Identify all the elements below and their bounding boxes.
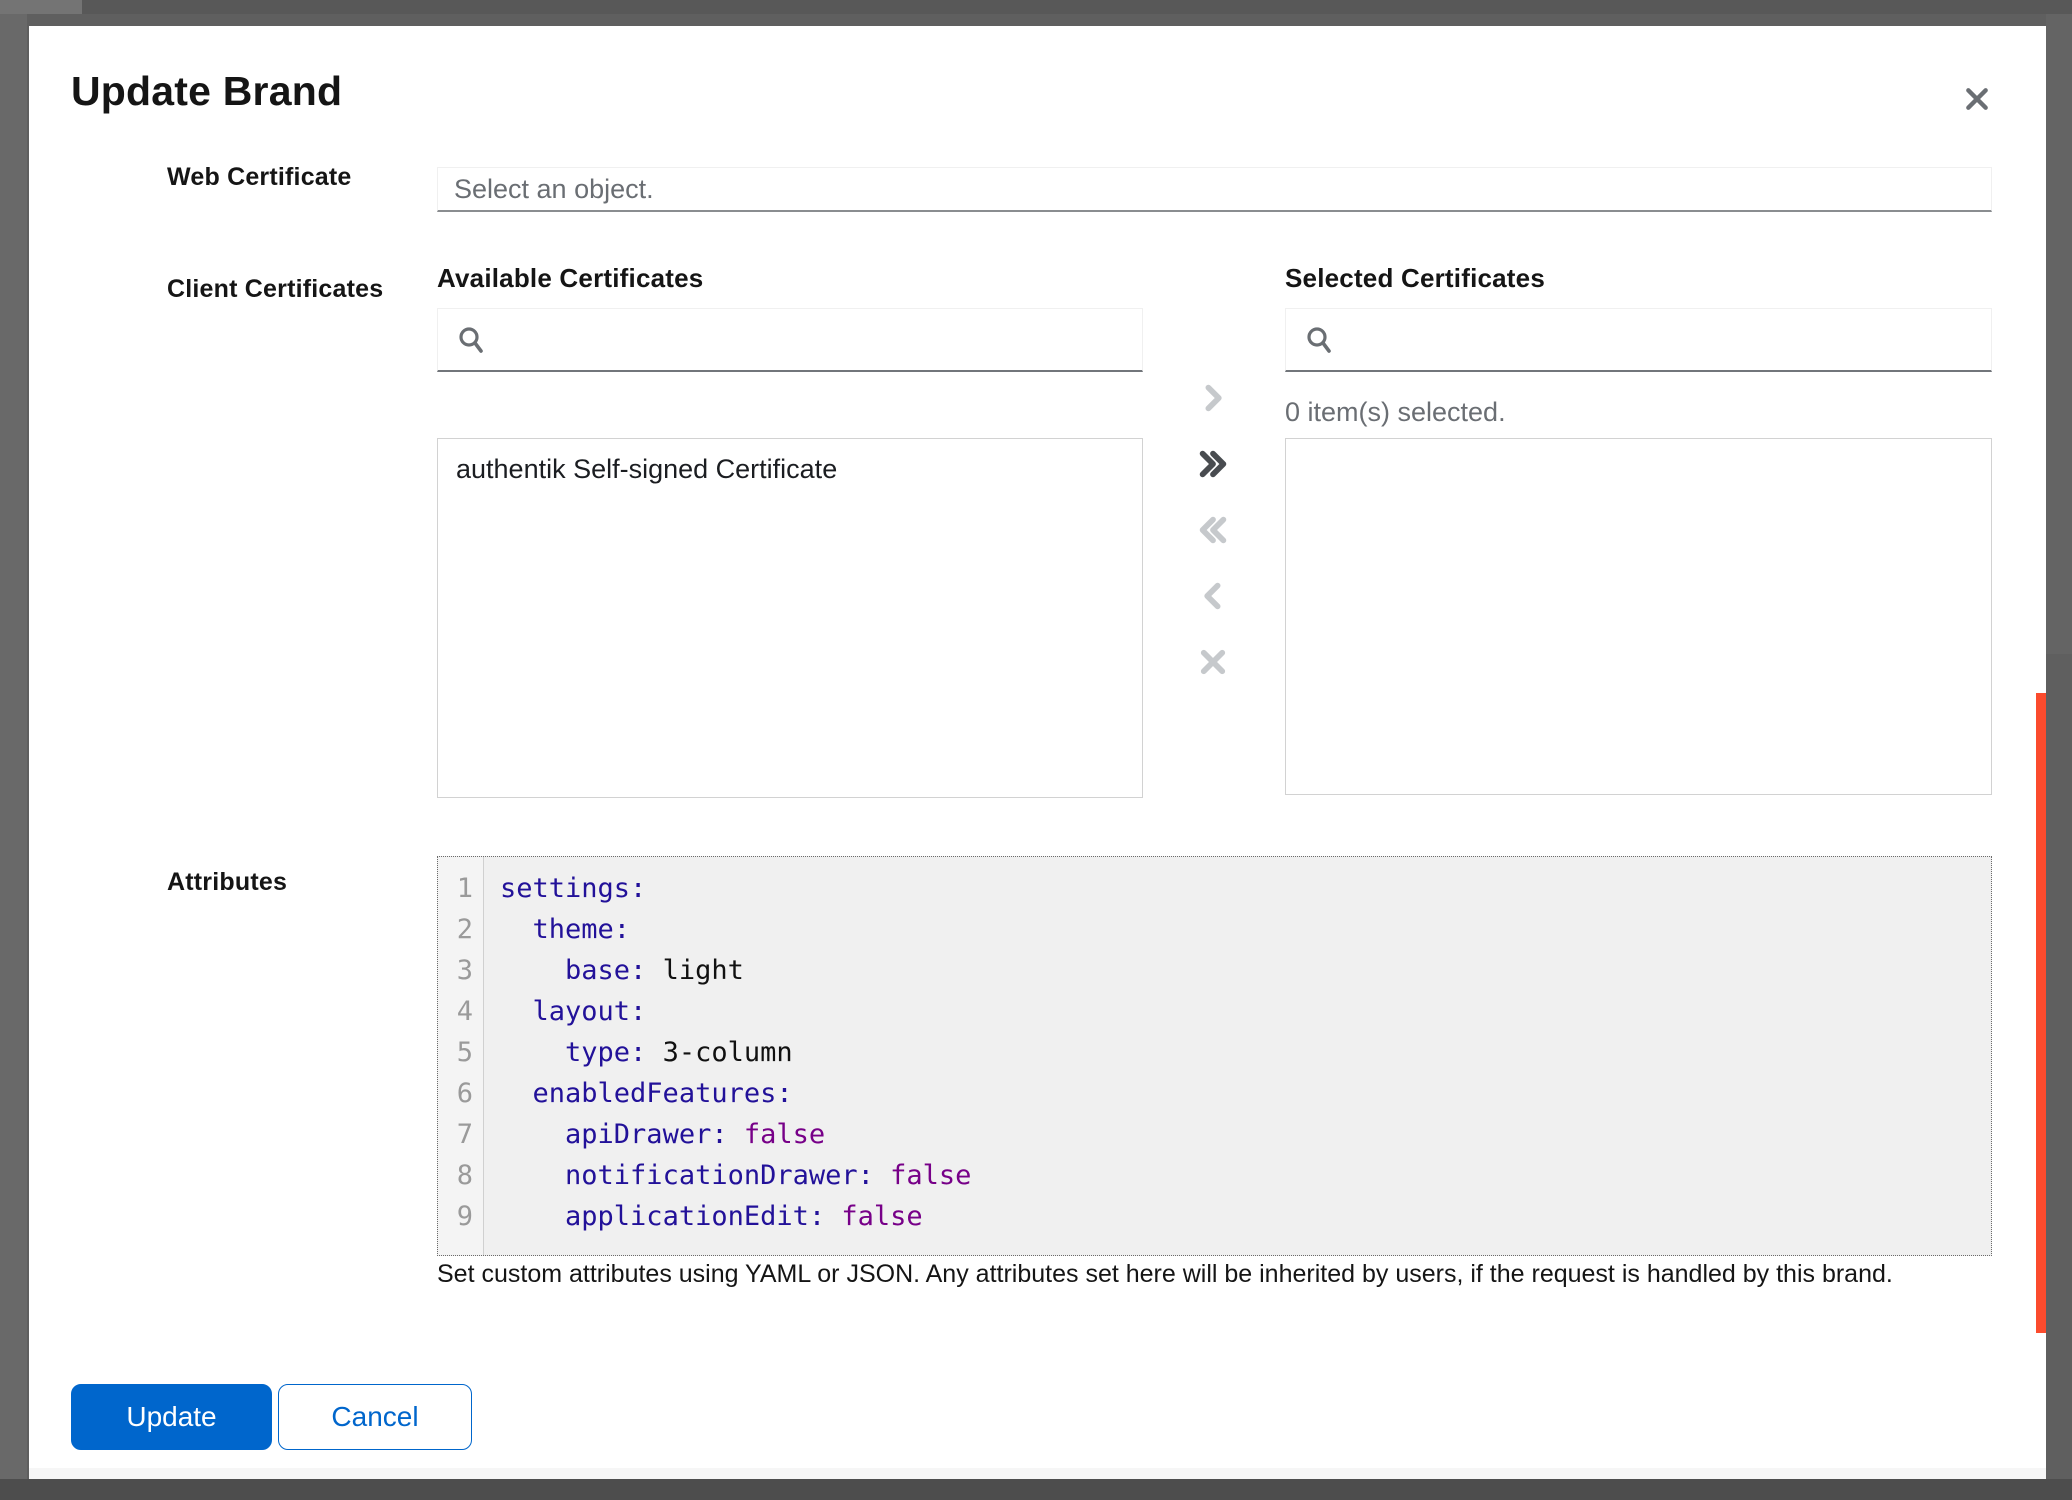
editor-gutter: 123456789 bbox=[438, 857, 484, 1255]
selected-count-status: 0 item(s) selected. bbox=[1285, 397, 1506, 428]
line-number: 1 bbox=[457, 868, 483, 909]
backdrop-page-edge bbox=[29, 1468, 2046, 1479]
attributes-editor[interactable]: 123456789 settings: theme: base: light l… bbox=[437, 856, 1992, 1256]
available-search-box bbox=[437, 308, 1143, 372]
angle-double-right-icon bbox=[1198, 449, 1228, 479]
angle-double-left-icon bbox=[1198, 515, 1228, 545]
line-number: 2 bbox=[457, 909, 483, 950]
web-certificate-select[interactable] bbox=[437, 167, 1992, 212]
times-icon bbox=[1198, 647, 1228, 677]
move-all-right-button[interactable] bbox=[1189, 444, 1237, 484]
cancel-button[interactable]: Cancel bbox=[278, 1384, 472, 1450]
line-number: 9 bbox=[457, 1196, 483, 1237]
editor-code: settings: theme: base: light layout: typ… bbox=[484, 857, 1991, 1255]
backdrop-top-strip bbox=[0, 0, 2072, 14]
search-icon bbox=[456, 325, 486, 355]
code-line: settings: bbox=[500, 868, 1991, 909]
backdrop-bottom-band bbox=[0, 1479, 2072, 1500]
code-line: base: light bbox=[500, 950, 1991, 991]
move-all-left-button[interactable] bbox=[1189, 510, 1237, 550]
selected-search-box bbox=[1285, 308, 1992, 372]
code-line: enabledFeatures: bbox=[500, 1073, 1991, 1114]
line-number: 5 bbox=[457, 1032, 483, 1073]
backdrop-right-block bbox=[2046, 14, 2072, 654]
line-number: 8 bbox=[457, 1155, 483, 1196]
update-button[interactable]: Update bbox=[71, 1384, 272, 1450]
close-icon bbox=[1964, 86, 1990, 112]
move-selected-left-button[interactable] bbox=[1189, 576, 1237, 616]
attributes-help-text: Set custom attributes using YAML or JSON… bbox=[437, 1260, 1997, 1289]
code-line: type: 3-column bbox=[500, 1032, 1991, 1073]
web-certificate-label: Web Certificate bbox=[167, 163, 352, 192]
selected-search-input[interactable] bbox=[1348, 309, 1991, 370]
code-line: layout: bbox=[500, 991, 1991, 1032]
angle-left-icon bbox=[1198, 581, 1228, 611]
available-search-input[interactable] bbox=[500, 309, 1142, 370]
code-line: apiDrawer: false bbox=[500, 1114, 1991, 1155]
attributes-label: Attributes bbox=[167, 868, 287, 897]
line-number: 4 bbox=[457, 991, 483, 1032]
line-number: 7 bbox=[457, 1114, 483, 1155]
line-number: 3 bbox=[457, 950, 483, 991]
certificate-option[interactable]: authentik Self-signed Certificate bbox=[438, 439, 1142, 498]
dual-list-transfer-controls bbox=[1189, 378, 1237, 682]
line-number: 6 bbox=[457, 1073, 483, 1114]
search-icon bbox=[1304, 325, 1334, 355]
code-line: notificationDrawer: false bbox=[500, 1155, 1991, 1196]
close-button[interactable] bbox=[1957, 79, 1997, 119]
update-brand-modal: Update Brand Web Certificate Client Cert… bbox=[29, 26, 2046, 1468]
client-certificates-label: Client Certificates bbox=[167, 275, 383, 304]
clear-selection-button[interactable] bbox=[1189, 642, 1237, 682]
move-selected-right-button[interactable] bbox=[1189, 378, 1237, 418]
code-line: theme: bbox=[500, 909, 1991, 950]
code-line: applicationEdit: false bbox=[500, 1196, 1991, 1237]
selected-certificates-list[interactable] bbox=[1285, 438, 1992, 795]
backdrop-left-strip bbox=[0, 14, 27, 1479]
modal-title: Update Brand bbox=[71, 68, 342, 115]
selected-certificates-heading: Selected Certificates bbox=[1285, 263, 1545, 294]
backdrop-top-left-block bbox=[0, 0, 82, 14]
available-certificates-heading: Available Certificates bbox=[437, 263, 703, 294]
accent-bar bbox=[2036, 693, 2046, 1333]
available-certificates-list[interactable]: authentik Self-signed Certificate bbox=[437, 438, 1143, 798]
angle-right-icon bbox=[1198, 383, 1228, 413]
